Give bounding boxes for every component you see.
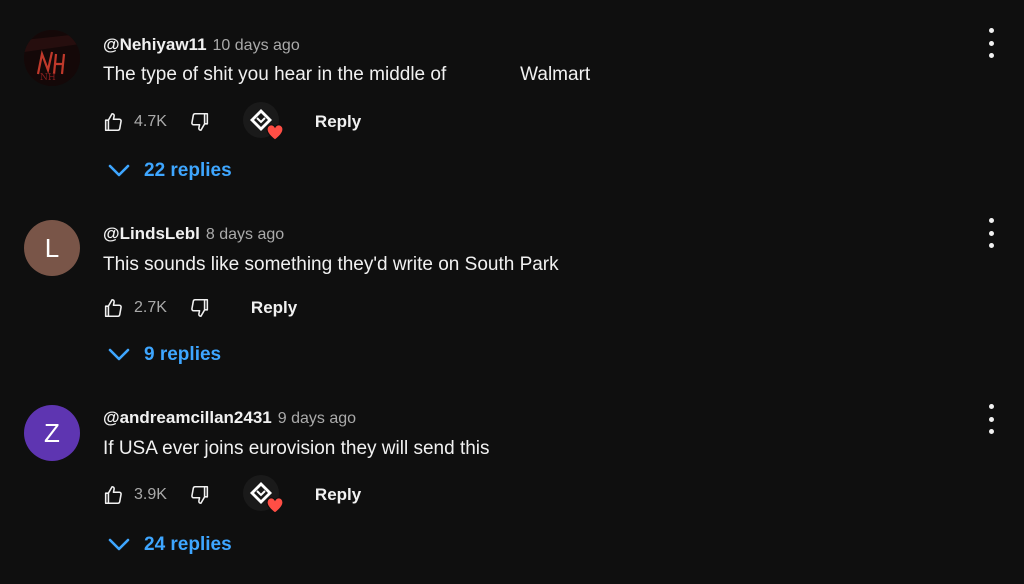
- comment-header: @Nehiyaw11 10 days ago: [103, 35, 300, 55]
- comment-timestamp[interactable]: 8 days ago: [206, 226, 284, 243]
- avatar-letter: Z: [44, 417, 60, 448]
- comments-section: NH @Nehiyaw11 10 days ago The type of shi…: [0, 0, 1024, 584]
- like-button[interactable]: [100, 482, 126, 508]
- comment-author[interactable]: @LindsLebl: [103, 224, 200, 243]
- chevron-down-icon: [108, 164, 130, 177]
- comment-actions: 2.7K Reply: [100, 288, 297, 328]
- view-replies-button[interactable]: 22 replies: [108, 160, 232, 182]
- reply-button[interactable]: Reply: [251, 298, 297, 318]
- avatar-letter: L: [44, 232, 60, 263]
- more-actions-icon[interactable]: [982, 404, 1000, 434]
- chevron-down-icon: [108, 348, 130, 361]
- like-count: 4.7K: [134, 113, 167, 130]
- thumbs-down-icon: [191, 298, 209, 318]
- heart-icon: [266, 124, 284, 141]
- comment-timestamp[interactable]: 10 days ago: [213, 37, 300, 54]
- comment-header: @LindsLebl 8 days ago: [103, 224, 284, 244]
- like-count: 2.7K: [134, 299, 167, 316]
- comment-text: This sounds like something they'd write …: [103, 254, 559, 275]
- comment-author[interactable]: @andreamcillan2431: [103, 408, 272, 427]
- dislike-button[interactable]: [187, 295, 213, 321]
- avatar[interactable]: Z: [24, 405, 80, 461]
- more-actions-icon[interactable]: [982, 218, 1000, 248]
- like-button[interactable]: [100, 295, 126, 321]
- creator-heart: [242, 475, 284, 515]
- replies-count-label: 22 replies: [144, 160, 232, 181]
- thumbs-up-icon: [104, 112, 122, 132]
- thumbs-up-icon: [104, 298, 122, 318]
- creator-heart: [242, 102, 284, 142]
- comment-header: @andreamcillan2431 9 days ago: [103, 408, 356, 428]
- like-button[interactable]: [100, 109, 126, 135]
- comment-thread: L @LindsLebl 8 days ago This sounds like …: [0, 190, 1024, 380]
- comment-author[interactable]: @Nehiyaw11: [103, 35, 207, 54]
- thumbs-down-icon: [191, 485, 209, 505]
- view-replies-button[interactable]: 24 replies: [108, 534, 232, 556]
- thumbs-down-icon: [191, 112, 209, 132]
- heart-icon: [266, 497, 284, 514]
- avatar[interactable]: NH: [24, 30, 80, 86]
- thumbs-up-icon: [104, 485, 122, 505]
- replies-count-label: 24 replies: [144, 534, 232, 555]
- dislike-button[interactable]: [187, 482, 213, 508]
- reply-button[interactable]: Reply: [315, 485, 361, 505]
- comment-text: If USA ever joins eurovision they will s…: [103, 438, 490, 459]
- comment-thread: Z @andreamcillan2431 9 days ago If USA ev…: [0, 374, 1024, 564]
- avatar-logo-text: NH: [40, 73, 56, 83]
- avatar-image: NH: [24, 30, 80, 86]
- chevron-down-icon: [108, 538, 130, 551]
- dislike-button[interactable]: [187, 109, 213, 135]
- more-actions-icon[interactable]: [982, 28, 1000, 58]
- avatar[interactable]: L: [24, 220, 80, 276]
- comment-actions: 4.7K Reply: [100, 102, 361, 142]
- replies-count-label: 9 replies: [144, 344, 222, 365]
- reply-button[interactable]: Reply: [315, 112, 361, 132]
- comment-actions: 3.9K Reply: [100, 475, 361, 515]
- view-replies-button[interactable]: 9 replies: [108, 344, 221, 366]
- comment-thread: NH @Nehiyaw11 10 days ago The type of shi…: [0, 0, 1024, 190]
- comment-timestamp[interactable]: 9 days ago: [278, 410, 356, 427]
- comment-text: The type of shit you hear in the middle …: [103, 64, 591, 85]
- like-count: 3.9K: [134, 486, 167, 503]
